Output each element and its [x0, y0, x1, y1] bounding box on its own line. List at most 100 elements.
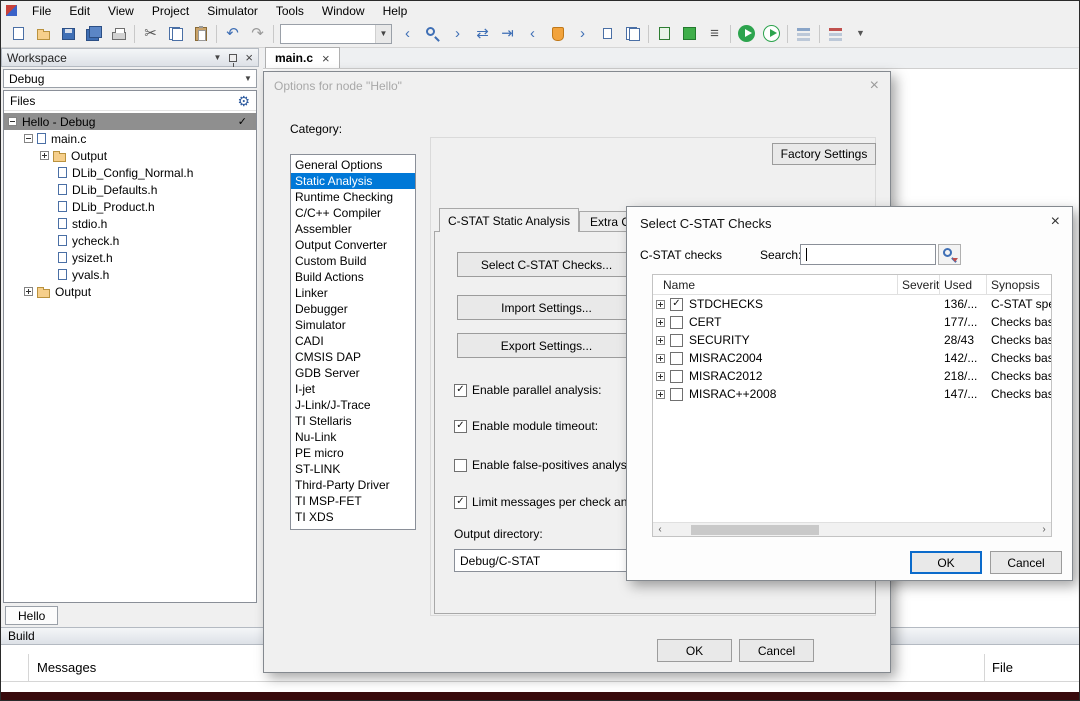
category-item[interactable]: TI MSP-FET — [291, 493, 415, 509]
tree-item-output-group[interactable]: Output — [4, 147, 256, 164]
cancel-button[interactable]: Cancel — [739, 639, 814, 662]
search-button[interactable] — [938, 244, 961, 265]
switch-header-source-icon[interactable] — [595, 22, 620, 46]
find-icon[interactable] — [420, 22, 445, 46]
undo-icon[interactable]: ↶ — [220, 22, 245, 46]
category-item[interactable]: I-jet — [291, 381, 415, 397]
expand-icon[interactable] — [656, 299, 665, 309]
tree-item-output-folder[interactable]: Output — [4, 283, 256, 300]
menu-window[interactable]: Window — [313, 3, 374, 19]
close-dialog-icon[interactable]: × — [1051, 214, 1060, 230]
category-item-selected[interactable]: Static Analysis — [291, 173, 415, 189]
ok-button[interactable]: OK — [657, 639, 732, 662]
cut-icon[interactable]: ✂ — [138, 22, 163, 46]
scroll-right-icon[interactable]: › — [1037, 523, 1051, 537]
category-item[interactable]: Assembler — [291, 221, 415, 237]
ok-button[interactable]: OK — [910, 551, 982, 574]
check-row-stdchecks[interactable]: ✓ STDCHECKS 136/... C-STAT spe — [653, 295, 1051, 313]
chevron-down-icon[interactable]: ▼ — [375, 24, 391, 43]
expand-icon[interactable] — [656, 353, 665, 363]
column-header-used[interactable]: Used — [940, 275, 987, 294]
row-checkbox[interactable] — [670, 387, 683, 401]
category-item[interactable]: Simulator — [291, 317, 415, 333]
tab-cstat-static-analysis[interactable]: C-STAT Static Analysis — [439, 208, 579, 232]
tree-item-header-file[interactable]: DLib_Config_Normal.h — [4, 164, 256, 181]
configuration-dropdown[interactable]: Debug ▼ — [3, 69, 257, 88]
search-input[interactable] — [800, 244, 936, 265]
check-row-security[interactable]: SECURITY 28/43 Checks base — [653, 331, 1051, 349]
toolbar-overflow-icon[interactable]: ▼ — [848, 22, 873, 46]
expand-icon[interactable] — [24, 287, 33, 296]
collapse-icon[interactable] — [8, 117, 17, 126]
call-stack-icon[interactable] — [823, 22, 848, 46]
scroll-left-icon[interactable]: ‹ — [653, 523, 667, 537]
file-column-header[interactable]: File — [984, 654, 1079, 681]
category-item[interactable]: CMSIS DAP — [291, 349, 415, 365]
download-and-debug-icon[interactable] — [734, 22, 759, 46]
row-checkbox[interactable] — [670, 369, 683, 383]
factory-settings-button[interactable]: Factory Settings — [772, 143, 876, 165]
tree-item-header-file[interactable]: stdio.h — [4, 215, 256, 232]
tree-item-header-file[interactable]: yvals.h — [4, 266, 256, 283]
tree-item-header-file[interactable]: ysizet.h — [4, 249, 256, 266]
category-item[interactable]: Debugger — [291, 301, 415, 317]
category-item[interactable]: TI Stellaris — [291, 413, 415, 429]
category-item[interactable]: CADI — [291, 333, 415, 349]
parallel-analysis-checkbox[interactable]: ✓ — [454, 383, 467, 397]
column-header-severity[interactable]: Severity — [898, 275, 940, 294]
auto-hide-pin-icon[interactable] — [229, 53, 238, 67]
category-item[interactable]: ST-LINK — [291, 461, 415, 477]
false-positives-checkbox[interactable] — [454, 458, 467, 472]
breakpoints-icon[interactable] — [791, 22, 816, 46]
check-row-misrac2012[interactable]: MISRAC2012 218/... Checks base — [653, 367, 1051, 385]
close-dialog-icon[interactable]: × — [870, 78, 879, 94]
tree-item-header-file[interactable]: ycheck.h — [4, 232, 256, 249]
batch-build-icon[interactable]: ≡ — [702, 22, 727, 46]
gear-icon[interactable]: ⚙ — [237, 94, 250, 108]
menu-project[interactable]: Project — [143, 3, 198, 19]
category-item[interactable]: J-Link/J-Trace — [291, 397, 415, 413]
expand-icon[interactable] — [656, 389, 665, 399]
replace-icon[interactable]: ⇄ — [470, 22, 495, 46]
column-header-synopsis[interactable]: Synopsis — [987, 275, 1051, 294]
export-settings-button[interactable]: Export Settings... — [457, 333, 636, 358]
panel-menu-icon[interactable]: ▼ — [213, 53, 221, 62]
print-icon[interactable] — [106, 22, 131, 46]
expand-icon[interactable] — [40, 151, 49, 160]
compile-icon[interactable] — [652, 22, 677, 46]
copy-icon[interactable] — [163, 22, 188, 46]
previous-bookmark-icon[interactable]: ‹ — [520, 22, 545, 46]
category-item[interactable]: Custom Build — [291, 253, 415, 269]
module-timeout-checkbox[interactable]: ✓ — [454, 419, 467, 433]
category-item[interactable]: Output Converter — [291, 237, 415, 253]
horizontal-scrollbar[interactable]: ‹ › — [653, 522, 1051, 536]
new-document-icon[interactable] — [6, 22, 31, 46]
paste-icon[interactable] — [188, 22, 213, 46]
category-item[interactable]: Linker — [291, 285, 415, 301]
menu-tools[interactable]: Tools — [267, 3, 313, 19]
category-item[interactable]: TI XDS — [291, 509, 415, 525]
row-checkbox[interactable] — [670, 333, 683, 347]
menu-help[interactable]: Help — [374, 3, 417, 19]
category-item[interactable]: C/C++ Compiler — [291, 205, 415, 221]
chevron-down-icon[interactable]: ▼ — [240, 70, 256, 87]
tree-item-project[interactable]: Hello - Debug ✓ — [4, 113, 256, 130]
tree-item-main-c[interactable]: main.c — [4, 130, 256, 147]
row-checkbox[interactable] — [670, 351, 683, 365]
category-item[interactable]: PE micro — [291, 445, 415, 461]
find-next-icon[interactable]: › — [445, 22, 470, 46]
expand-icon[interactable] — [656, 371, 665, 381]
find-combobox[interactable]: ▼ — [280, 23, 392, 44]
select-cstat-checks-button[interactable]: Select C-STAT Checks... — [457, 252, 636, 277]
check-row-cert[interactable]: CERT 177/... Checks base — [653, 313, 1051, 331]
scrollbar-thumb[interactable] — [691, 525, 819, 535]
cancel-button[interactable]: Cancel — [990, 551, 1062, 574]
menu-view[interactable]: View — [99, 3, 143, 19]
debug-without-downloading-icon[interactable] — [759, 22, 784, 46]
tree-item-header-file[interactable]: DLib_Product.h — [4, 198, 256, 215]
collapse-icon[interactable] — [24, 134, 33, 143]
make-icon[interactable] — [677, 22, 702, 46]
menu-simulator[interactable]: Simulator — [198, 3, 267, 19]
menu-file[interactable]: File — [23, 3, 60, 19]
check-row-misrac2008[interactable]: MISRAC++2008 147/... Checks base — [653, 385, 1051, 403]
